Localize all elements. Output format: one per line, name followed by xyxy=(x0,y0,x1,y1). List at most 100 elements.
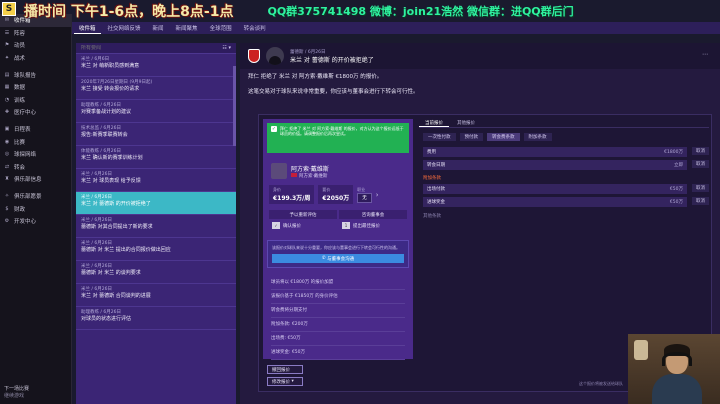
player-avatar xyxy=(271,163,287,179)
message-item[interactable]: 2020年7月26日星期日 (9月9日起) 米兰 接受 转会报价的请求 xyxy=(76,77,236,100)
payment-filter[interactable]: 转会费条款 xyxy=(487,133,520,141)
offer-tabs: 当前报价 其他报价 xyxy=(419,119,709,128)
asking-value: €2050万 xyxy=(322,195,350,202)
offer-row-value: €50万 xyxy=(669,200,683,205)
overlay-contact: QQ群375741498 微博：join21浩然 微信群：进QQ群后门 xyxy=(267,5,574,18)
dev-center-icon: ⚙ xyxy=(4,218,10,225)
offer-row[interactable]: 费用 €1800万 xyxy=(423,147,687,157)
sidebar-footer[interactable]: 下一场比赛 继续游戏 xyxy=(4,386,29,400)
sidebar-item[interactable]: ☰ 阵容 xyxy=(0,27,71,40)
offer-row[interactable]: 转会日期 立即 xyxy=(423,160,687,170)
offer-term: 进球奖金: €50万 xyxy=(271,346,405,360)
message-item[interactable]: 米兰 / 6月26日 米兰 对 蕾德斯 合同谈判的进展 xyxy=(76,284,236,307)
top-tab[interactable]: 社交网络反馈 xyxy=(103,22,146,34)
sidebar-item[interactable]: ♜ 俱乐部信息 xyxy=(0,173,71,186)
sidebar-item[interactable]: ⚙ 开发中心 xyxy=(0,215,71,228)
offer-rows: 费用 €1800万 取消 转会日期 立即 取消 xyxy=(419,147,709,170)
top-tab[interactable]: 转会谈判 xyxy=(239,22,271,34)
chevron-down-icon: ▾ xyxy=(291,379,294,384)
consult-board-button[interactable]: 咨询董事会 xyxy=(339,210,407,219)
payment-filter[interactable]: 附加条款 xyxy=(523,133,552,141)
offer-terms: 球员将以 €1800万 的报价加盟 该报价基于 €1850万 的身价评估 转会费将分… xyxy=(263,272,413,364)
scout-icon: ◎ xyxy=(4,151,10,158)
payment-filter[interactable]: 一次性付款 xyxy=(423,133,456,141)
message-header-text: 蕾德斯 / 6月26日 米兰 对 蕾德斯 的开价被拒绝了 xyxy=(290,49,374,64)
message-item[interactable]: 米兰 / 6月26日 米兰 对 球员表现 给予反馈 xyxy=(76,169,236,192)
offer-summary-panel: ✓ 拜仁 拒绝了 米兰 对 阿方索·戴维斯 的报价，对方认为这个报价远低于球员的… xyxy=(263,119,413,360)
message-search-input[interactable] xyxy=(81,45,201,51)
message-body: 拜仁 拒绝了 米兰 对 阿方索·戴维斯 €1800万 的报价。 这笔交易对于球队… xyxy=(240,69,720,101)
talk-to-board-button[interactable]: ✆ 与董事会沟通 xyxy=(272,254,404,263)
sidebar-item[interactable]: ◔ 训练 xyxy=(0,94,71,107)
payment-filters: 一次性付款 预付款 转会费条款 附加条款 xyxy=(419,128,709,144)
sidebar-item-label: 财政 xyxy=(14,206,26,213)
modify-offer-button[interactable]: 修改报价 ▾ xyxy=(267,377,303,386)
cancel-row-button[interactable]: 取消 xyxy=(692,184,709,192)
message-item[interactable]: 体能教练 / 6月26日 米兰 确认新的赛季训练计划 xyxy=(76,146,236,169)
message-item[interactable]: 技术总监 / 6月26日 报告:新赛季联赛转会 xyxy=(76,123,236,146)
message-item[interactable]: 米兰 / 6月26日 蕾德斯 对其合同提出了新的要求 xyxy=(76,215,236,238)
offer-row[interactable]: 出场付款 €50万 xyxy=(423,184,687,194)
offer-values: 身价 €199.3万/周 要价 €2050万 职业 无 › xyxy=(263,183,413,206)
more-options-icon[interactable]: ⋯ xyxy=(702,51,708,58)
cancel-row-button[interactable]: 取消 xyxy=(692,197,709,205)
message-scrollbar[interactable] xyxy=(233,66,236,146)
withdraw-offer-button[interactable]: 撤回报价 xyxy=(267,365,303,374)
sidebar-item[interactable]: ◎ 球探网络 xyxy=(0,148,71,161)
cancel-row-button[interactable]: 取消 xyxy=(692,147,709,155)
reevaluate-button[interactable]: 予以重新评估 xyxy=(269,210,337,219)
sidebar-item[interactable]: ▣ 日程表 xyxy=(0,123,71,136)
tab-other-offers[interactable]: 其他报价 xyxy=(451,119,481,127)
sidebar-item[interactable]: ⚑ 动员 xyxy=(0,39,71,52)
sidebar-item[interactable]: ✧ 俱乐部愿景 xyxy=(0,190,71,203)
top-tab[interactable]: 新闻聚焦 xyxy=(171,22,203,34)
top-tab[interactable]: 全球范围 xyxy=(205,22,237,34)
sidebar-item[interactable]: $ 财政 xyxy=(0,202,71,215)
sidebar-item[interactable]: ⇄ 转会 xyxy=(0,161,71,174)
sidebar-item-label: 比赛 xyxy=(14,139,26,146)
stream-logo-icon: S xyxy=(2,2,16,16)
headset-icon xyxy=(662,352,692,366)
message-item[interactable]: 米兰 / 6月26日 蕾德斯 对 米兰 的谈判要求 xyxy=(76,261,236,284)
ball-icon: ◉ xyxy=(4,138,10,145)
message-item-subject: 报告:新赛季联赛转会 xyxy=(81,132,128,138)
payment-filter[interactable]: 预付款 xyxy=(459,133,483,141)
offer-row-wrap: 转会日期 立即 取消 xyxy=(419,160,709,170)
top-tab[interactable]: 收件箱 xyxy=(74,22,101,34)
chart-icon: ▦ xyxy=(4,84,10,91)
sidebar: ✉ 收件箱 ☰ 阵容 ⚑ 动员 ✦ 战术 ▤ 球队报告 ▦ 数据 ◔ 训练 ✚ 医疗中心 ▣ 日程表 ◉ 比赛 ◎ 球探网… xyxy=(0,14,72,404)
sidebar-item-label: 战术 xyxy=(14,56,26,63)
player-tag: 阿方索·戴维斯 xyxy=(291,173,329,179)
message-item-subject: 对球员的状态进行评估 xyxy=(81,316,132,322)
message-item[interactable]: 米兰 / 6月26日 米兰 对 蕾德斯 的开价被拒绝了 xyxy=(76,192,236,215)
offer-row-value: €50万 xyxy=(669,187,683,192)
sidebar-item[interactable]: ▤ 球队报告 xyxy=(0,68,71,81)
tab-current-offer[interactable]: 当前报价 xyxy=(419,119,449,127)
sidebar-item[interactable]: ✦ 战术 xyxy=(0,52,71,65)
top-tab[interactable]: 新闻 xyxy=(148,22,169,34)
offer-bottom-actions: 撤回报价 修改报价 ▾ xyxy=(267,365,303,386)
chevron-right-icon[interactable]: › xyxy=(376,191,379,199)
offer-term: 出场费: €50万 xyxy=(271,332,405,346)
message-item-subject: 米兰 对 球员表现 给予反馈 xyxy=(81,178,141,184)
offer-row[interactable]: 进球奖金 €50万 xyxy=(423,197,687,207)
sidebar-item[interactable]: ✚ 医疗中心 xyxy=(0,106,71,119)
sidebar-item-label: 训练 xyxy=(14,97,26,104)
message-item[interactable]: 助理教练 / 6月26日 对球员的状态进行评估 xyxy=(76,307,236,330)
sidebar-item[interactable]: ◉ 比赛 xyxy=(0,135,71,148)
board-note: 该报价对球队来说十分重要，你应该与董事会进行下转会可行性的沟通。 ✆ 与董事会沟… xyxy=(267,240,409,268)
filter-menu-icon[interactable]: ☷ ▾ xyxy=(222,45,231,51)
inbox-icon: ✉ xyxy=(4,17,10,24)
sidebar-item[interactable]: ▦ 数据 xyxy=(0,81,71,94)
player-name[interactable]: 阿方索·戴维斯 xyxy=(291,164,329,173)
confirm-offer-button[interactable]: ✓ 确认报价 xyxy=(269,221,337,230)
offer-term: 球员将以 €1800万 的报价加盟 xyxy=(271,276,405,290)
sidebar-item-label: 球队报告 xyxy=(14,72,37,79)
offer-row-label: 出场付款 xyxy=(427,187,445,192)
message-item[interactable]: 米兰 / 6月6日 米兰 对 萌新职员感到满意 xyxy=(76,54,236,77)
best-offer-button[interactable]: 1 提出最佳报价 xyxy=(339,221,407,230)
sidebar-item-label: 动员 xyxy=(14,43,26,50)
message-item[interactable]: 助理教练 / 6月26日 对赛季备战计划的建议 xyxy=(76,100,236,123)
message-item[interactable]: 米兰 / 6月26日 蕾德斯 对 米兰 提出的合同报价做出回应 xyxy=(76,238,236,261)
cancel-row-button[interactable]: 取消 xyxy=(692,160,709,168)
